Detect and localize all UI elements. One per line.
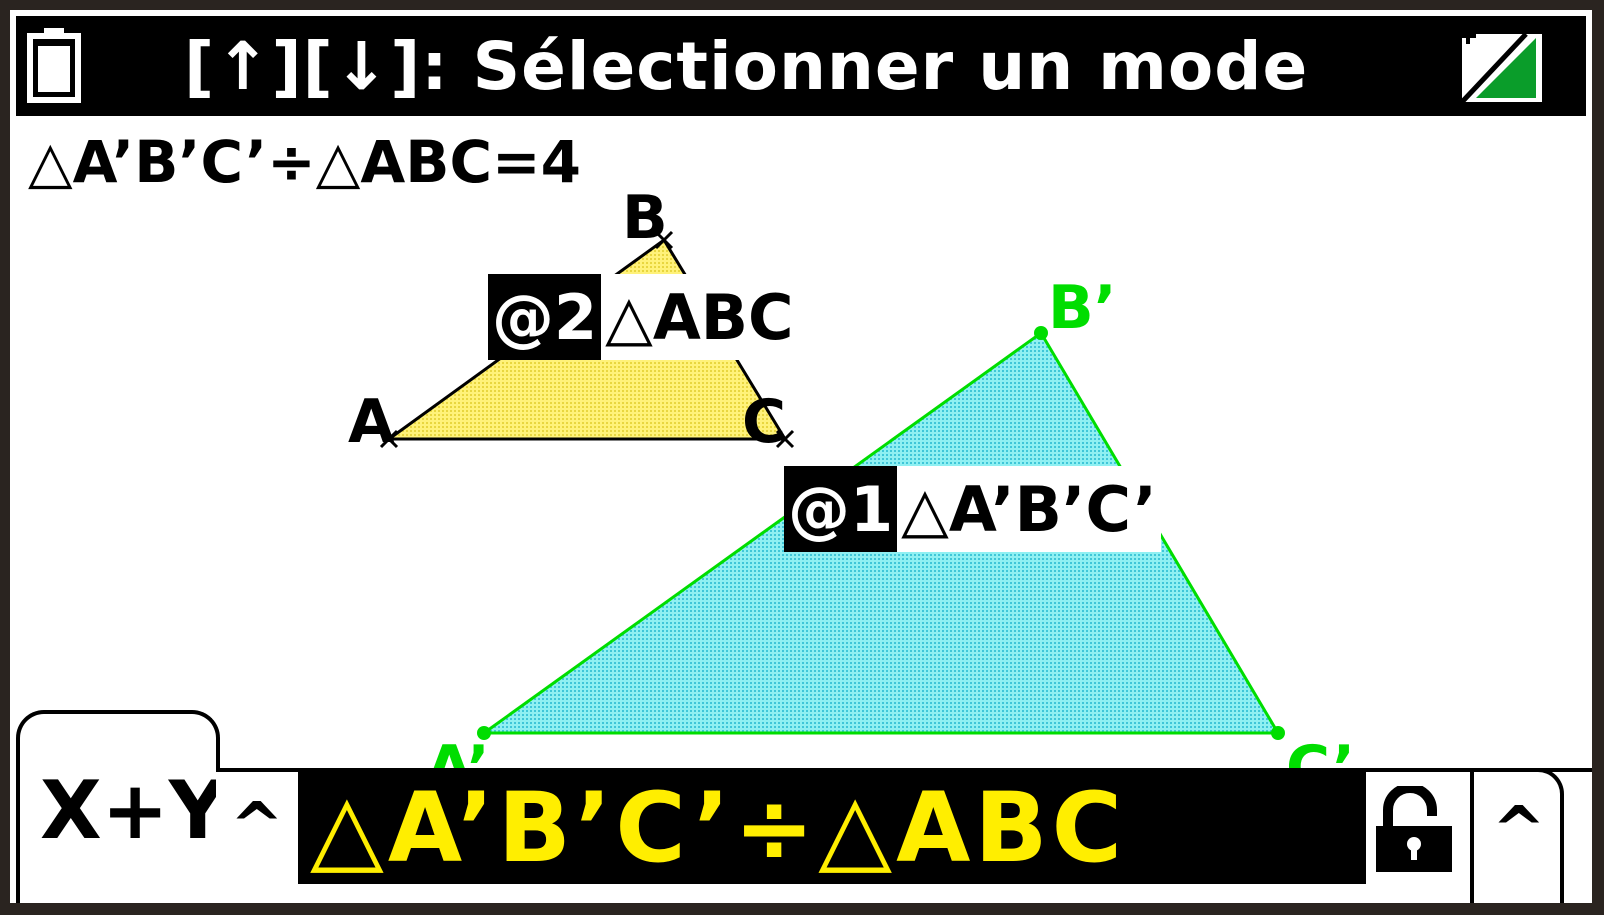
point-label-b: B <box>622 183 668 253</box>
formula-display[interactable]: △A’B’C’÷△ABC <box>298 772 1366 884</box>
right-tab[interactable]: ^ <box>1470 768 1564 903</box>
unlocked-padlock-icon[interactable] <box>1374 786 1454 874</box>
formula-bar: ^ △A’B’C’÷△ABC ^ <box>216 768 1592 903</box>
object-label-apbpcp[interactable]: @1 △A’B’C’ <box>784 466 1161 552</box>
caret-up-right-button[interactable]: ^ <box>1492 794 1546 868</box>
calculator-screen: [↑][↓]: Sélectionner un mode △A’B’C’÷△AB… <box>10 10 1592 903</box>
point-marker-c-prime[interactable] <box>1271 726 1285 740</box>
object-label-abc[interactable]: @2 △ABC <box>488 274 798 360</box>
xy-tab-label: X+Y <box>40 764 227 857</box>
point-label-c: C <box>742 387 786 457</box>
point-marker-b-prime[interactable] <box>1034 326 1048 340</box>
point-label-a: A <box>348 387 395 457</box>
object-tag-apbpcp: @1 <box>784 466 898 552</box>
object-tag-abc: @2 <box>488 274 602 360</box>
object-name-abc: △ABC <box>605 280 794 354</box>
xy-mode-tab[interactable]: X+Y <box>16 710 227 903</box>
caret-up-left-button[interactable]: ^ <box>230 790 284 864</box>
point-label-b-prime: B’ <box>1048 273 1117 343</box>
object-name-apbpcp: △A’B’C’ <box>901 472 1157 546</box>
